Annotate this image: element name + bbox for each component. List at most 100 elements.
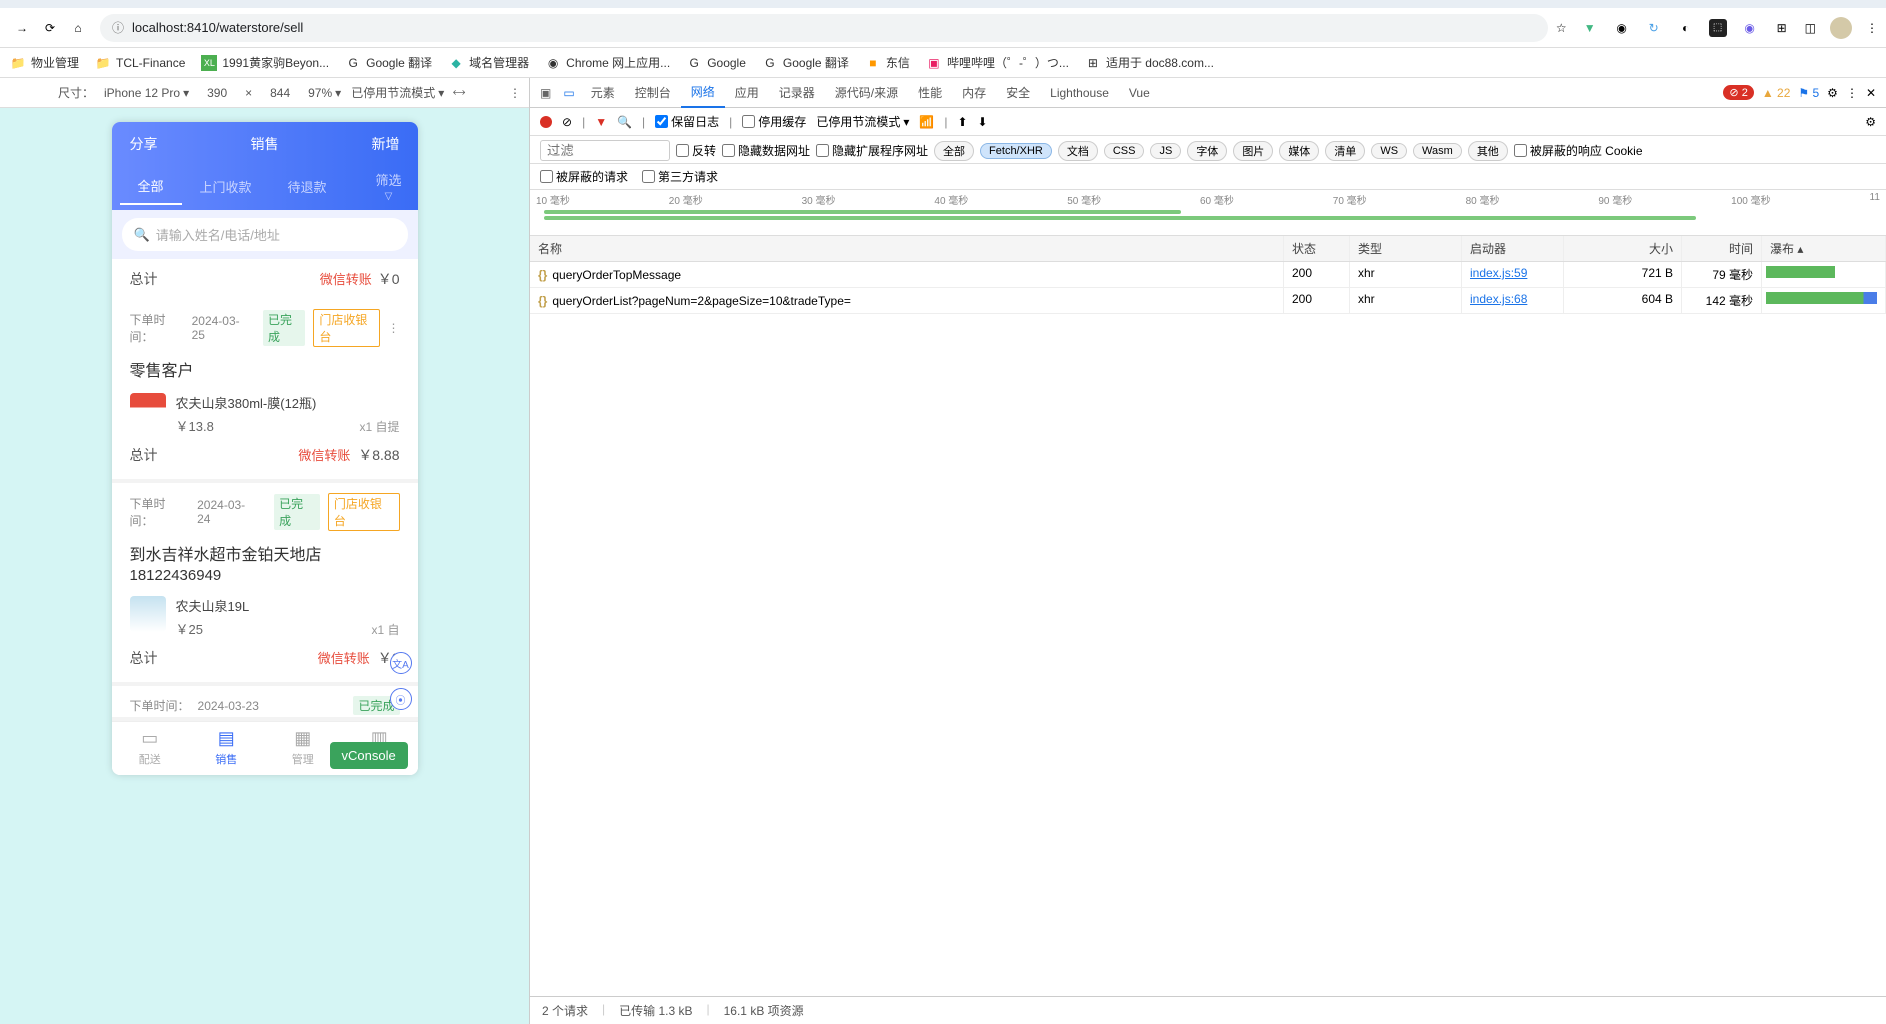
hide-data-checkbox[interactable]: 隐藏数据网址	[722, 142, 810, 159]
tab-door[interactable]: 上门收款	[182, 169, 270, 204]
disable-cache-checkbox[interactable]: 停用缓存	[742, 113, 806, 130]
tab-sources[interactable]: 源代码/来源	[825, 78, 908, 107]
filter-pill-media[interactable]: 媒体	[1279, 141, 1319, 161]
tab-memory[interactable]: 内存	[952, 78, 996, 107]
col-name[interactable]: 名称	[530, 236, 1284, 261]
bookmark-item[interactable]: 📁TCL-Finance	[95, 55, 185, 71]
bookmark-item[interactable]: XL1991黄家驹Beyon...	[201, 54, 329, 71]
bookmark-item[interactable]: ◆域名管理器	[448, 54, 529, 71]
filter-pill-js[interactable]: JS	[1150, 143, 1181, 159]
filter-pill-font[interactable]: 字体	[1187, 141, 1227, 161]
order-card[interactable]: 下单时间： 2024-03-23 已完成	[112, 686, 418, 721]
tab-all[interactable]: 全部	[120, 168, 182, 205]
filter-pill-doc[interactable]: 文档	[1058, 141, 1098, 161]
tab-vue[interactable]: Vue	[1119, 80, 1160, 106]
extension-icon-1[interactable]: ◉	[1613, 19, 1631, 37]
col-type[interactable]: 类型	[1350, 236, 1462, 261]
tab-console[interactable]: 控制台	[625, 78, 681, 107]
filter-pill-img[interactable]: 图片	[1233, 141, 1273, 161]
extension-icon-4[interactable]: ⬚	[1709, 19, 1727, 37]
order-card[interactable]: 下单时间： 2024-03-25 已完成 门店收银台 ⋮ 零售客户 农夫山泉38…	[112, 299, 418, 483]
more-icon[interactable]: ⋮	[388, 321, 400, 335]
tab-security[interactable]: 安全	[996, 78, 1040, 107]
col-status[interactable]: 状态	[1284, 236, 1350, 261]
col-waterfall[interactable]: 瀑布 ▴	[1762, 236, 1886, 261]
filter-pill-wasm[interactable]: Wasm	[1413, 143, 1462, 159]
blocked-requests-checkbox[interactable]: 被屏蔽的请求	[540, 168, 628, 185]
bookmark-item[interactable]: GGoogle	[686, 55, 746, 71]
vconsole-button[interactable]: vConsole	[330, 742, 408, 769]
search-input[interactable]: 🔍 请输入姓名/电话/地址	[122, 218, 408, 251]
search-icon[interactable]: 🔍	[617, 115, 632, 129]
filter-pill-all[interactable]: 全部	[934, 141, 974, 161]
wifi-icon[interactable]: 📶	[919, 115, 934, 129]
request-row[interactable]: {}queryOrderList?pageNum=2&pageSize=10&t…	[530, 288, 1886, 314]
download-icon[interactable]: ⬇	[978, 115, 988, 129]
record-button[interactable]	[540, 116, 552, 128]
bookmark-item[interactable]: ■东信	[865, 54, 910, 71]
rotate-icon[interactable]: ⤢	[450, 84, 467, 101]
site-info-icon[interactable]: ⓘ	[112, 19, 124, 36]
info-badge[interactable]: ⚑ 5	[1798, 86, 1819, 100]
reload-button[interactable]: ⟳	[36, 14, 64, 42]
bookmark-star-icon[interactable]: ☆	[1556, 21, 1567, 35]
tab-performance[interactable]: 性能	[908, 78, 952, 107]
preserve-log-checkbox[interactable]: 保留日志	[655, 113, 719, 130]
inspect-icon[interactable]: ▣	[534, 86, 557, 100]
more-icon[interactable]: ⋮	[509, 86, 521, 100]
bookmark-item[interactable]: ⊞适用于 doc88.com...	[1085, 54, 1214, 71]
tab-recorder[interactable]: 记录器	[769, 78, 825, 107]
filter-toggle-icon[interactable]: ▼	[595, 115, 607, 129]
device-width[interactable]: 390	[199, 86, 235, 100]
close-icon[interactable]: ✕	[1866, 86, 1876, 100]
ai-float-icon[interactable]: ⦿	[390, 688, 412, 710]
blocked-cookie-checkbox[interactable]: 被屏蔽的响应 Cookie	[1514, 142, 1643, 159]
vue-devtools-icon[interactable]: ▼	[1581, 19, 1599, 37]
hide-ext-checkbox[interactable]: 隐藏扩展程序网址	[816, 142, 928, 159]
nav-sales[interactable]: ▤销售	[188, 722, 265, 775]
filter-button[interactable]: 筛选 ▽	[367, 166, 409, 206]
bookmark-item[interactable]: ◉Chrome 网上应用...	[545, 54, 670, 71]
tab-refund[interactable]: 待退款	[270, 169, 345, 204]
tab-elements[interactable]: 元素	[581, 78, 625, 107]
bookmark-item[interactable]: GGoogle 翻译	[345, 54, 432, 71]
invert-checkbox[interactable]: 反转	[676, 142, 716, 159]
bookmark-item[interactable]: GGoogle 翻译	[762, 54, 849, 71]
more-icon[interactable]: ⋮	[1846, 86, 1858, 100]
chrome-menu-icon[interactable]: ⋮	[1866, 21, 1878, 35]
extension-icon-3[interactable]: ◐	[1677, 19, 1695, 37]
home-button[interactable]: ⌂	[64, 14, 92, 42]
back-button[interactable]: →	[8, 14, 36, 42]
filter-pill-ws[interactable]: WS	[1371, 143, 1407, 159]
filter-pill-xhr[interactable]: Fetch/XHR	[980, 143, 1052, 159]
filter-input[interactable]	[540, 140, 670, 161]
translate-float-icon[interactable]: 文A	[390, 652, 412, 674]
third-party-checkbox[interactable]: 第三方请求	[642, 168, 718, 185]
extension-icon-2[interactable]: ↻	[1645, 19, 1663, 37]
extensions-menu-icon[interactable]: ⊞	[1773, 19, 1791, 37]
device-height[interactable]: 844	[262, 86, 298, 100]
filter-pill-manifest[interactable]: 清单	[1325, 141, 1365, 161]
device-toggle-icon[interactable]: ▭	[557, 86, 580, 100]
error-badge[interactable]: ⊘ 2	[1723, 85, 1753, 100]
col-time[interactable]: 时间	[1682, 236, 1762, 261]
url-bar[interactable]: ⓘ localhost:8410/waterstore/sell	[100, 14, 1548, 42]
share-button[interactable]: 分享	[130, 134, 158, 154]
add-button[interactable]: 新增	[372, 134, 400, 154]
zoom-select[interactable]: 97%▾	[308, 86, 341, 100]
nav-delivery[interactable]: ▭配送	[112, 722, 189, 775]
side-panel-icon[interactable]: ◫	[1805, 21, 1816, 35]
clear-button[interactable]: ⊘	[562, 115, 572, 129]
tab-application[interactable]: 应用	[725, 78, 769, 107]
upload-icon[interactable]: ⬆	[957, 115, 967, 129]
profile-avatar[interactable]	[1830, 17, 1852, 39]
filter-pill-css[interactable]: CSS	[1104, 143, 1145, 159]
tab-lighthouse[interactable]: Lighthouse	[1040, 80, 1119, 106]
bookmark-item[interactable]: 📁物业管理	[10, 54, 79, 71]
initiator-link[interactable]: index.js:59	[1462, 262, 1564, 287]
tab-network[interactable]: 网络	[681, 77, 725, 108]
throttle-dropdown[interactable]: 已停用节流模式 ▾	[816, 113, 909, 130]
settings-icon[interactable]: ⚙	[1827, 86, 1838, 100]
filter-pill-other[interactable]: 其他	[1468, 141, 1508, 161]
col-initiator[interactable]: 启动器	[1462, 236, 1564, 261]
